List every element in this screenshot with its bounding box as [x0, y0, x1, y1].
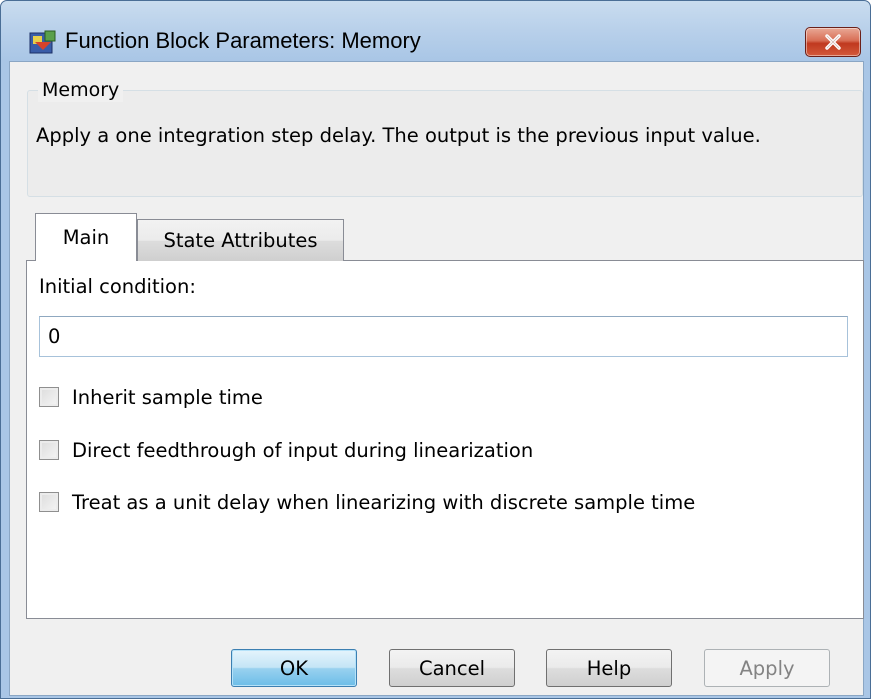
ok-button[interactable]: OK: [231, 649, 357, 687]
block-name-label: Memory: [38, 78, 124, 102]
direct-feedthrough-label[interactable]: Direct feedthrough of input during linea…: [72, 439, 533, 462]
inherit-sample-time-label[interactable]: Inherit sample time: [72, 386, 263, 409]
apply-button: Apply: [704, 649, 830, 687]
cancel-button[interactable]: Cancel: [389, 649, 515, 687]
block-description: Apply a one integration step delay. The …: [36, 124, 761, 147]
inherit-sample-time-checkbox[interactable]: [39, 387, 59, 407]
initial-condition-input[interactable]: [39, 316, 848, 357]
dialog-window: Function Block Parameters: Memory Memory…: [0, 0, 871, 699]
unit-delay-label[interactable]: Treat as a unit delay when linearizing w…: [72, 491, 695, 514]
window-title: Function Block Parameters: Memory: [65, 28, 421, 53]
help-button[interactable]: Help: [546, 649, 672, 687]
unit-delay-checkbox[interactable]: [39, 492, 59, 512]
dialog-client-area: Memory Apply a one integration step dela…: [9, 61, 864, 696]
direct-feedthrough-row[interactable]: Direct feedthrough of input during linea…: [39, 437, 533, 463]
block-description-group: Memory Apply a one integration step dela…: [27, 78, 863, 197]
simulink-block-icon: [29, 30, 57, 56]
close-button[interactable]: [805, 27, 861, 57]
tab-main[interactable]: Main: [35, 213, 137, 261]
tab-state-attributes[interactable]: State Attributes: [137, 219, 344, 261]
direct-feedthrough-checkbox[interactable]: [39, 440, 59, 460]
initial-condition-label: Initial condition:: [39, 275, 196, 298]
tab-panel-main: Initial condition: Inherit sample time D…: [26, 260, 864, 619]
tab-main-label: Main: [62, 226, 110, 249]
close-icon: [824, 34, 842, 50]
inherit-sample-time-row[interactable]: Inherit sample time: [39, 384, 263, 410]
unit-delay-row[interactable]: Treat as a unit delay when linearizing w…: [39, 489, 695, 515]
tab-state-attributes-label: State Attributes: [163, 229, 318, 252]
